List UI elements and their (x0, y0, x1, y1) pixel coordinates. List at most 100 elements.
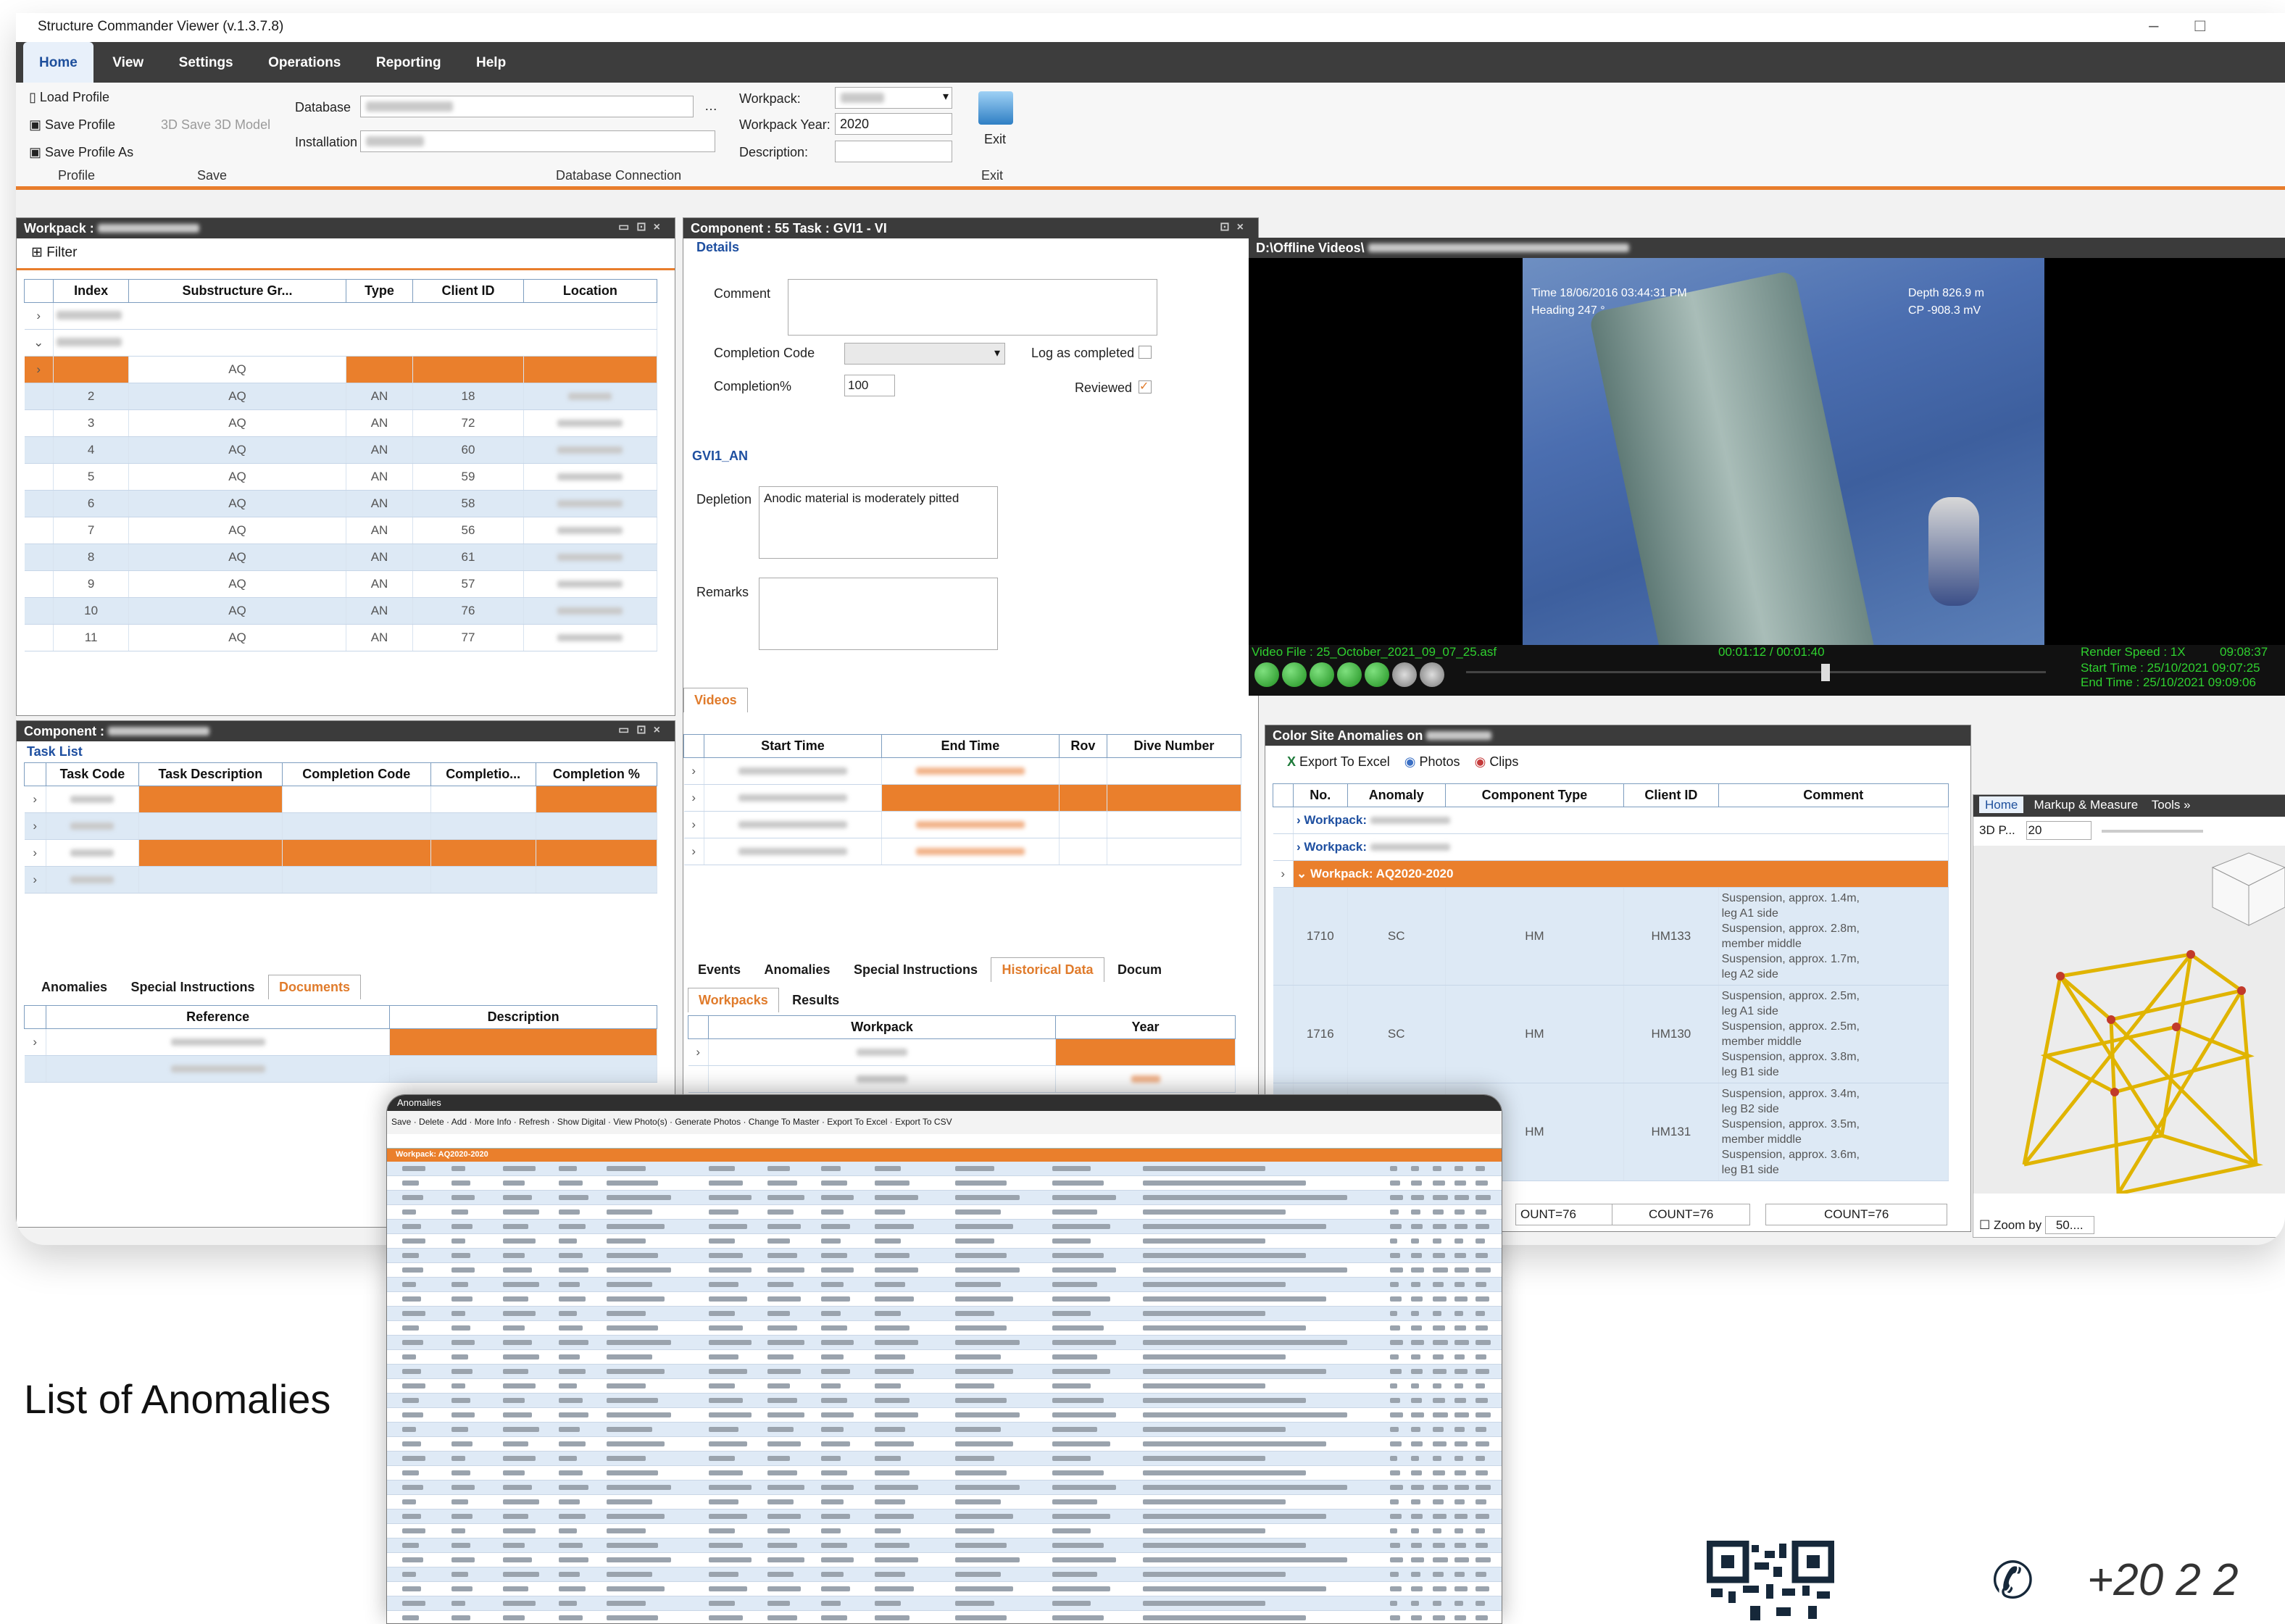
popup-table-row[interactable] (387, 1176, 1502, 1191)
clips-button[interactable]: ◉ Clips (1475, 754, 1519, 769)
play-icon[interactable] (1337, 662, 1362, 687)
popup-table-row[interactable] (387, 1408, 1502, 1423)
popup-group-row[interactable]: Workpack: AQ2020-2020 (387, 1149, 1502, 1162)
panel-controls[interactable]: ⊡× (1220, 220, 1251, 234)
subtab-workpacks[interactable]: Workpacks (688, 988, 779, 1012)
popup-table-row[interactable] (387, 1495, 1502, 1510)
menu-view[interactable]: View (96, 42, 159, 83)
popup-delete-button[interactable]: Delete (419, 1117, 444, 1127)
video-player[interactable]: D:\Offline Videos\ Time 18/06/2016 03:44… (1249, 238, 2285, 696)
tab-special-instructions[interactable]: Special Instructions (120, 975, 265, 999)
popup-refresh-button[interactable]: Refresh (519, 1117, 549, 1127)
step-back-icon[interactable] (1282, 662, 1307, 687)
col-index[interactable]: Index (52, 279, 130, 303)
tab-3d-home[interactable]: Home (1979, 796, 2024, 813)
tab-tools[interactable]: Tools (2152, 798, 2181, 812)
subtab-results[interactable]: Results (782, 988, 849, 1012)
popup-table-row[interactable] (387, 1263, 1502, 1278)
menu-reporting[interactable]: Reporting (360, 42, 457, 83)
table-row[interactable] (688, 1065, 1236, 1093)
col-comment[interactable]: Comment (1718, 783, 1949, 807)
database-field[interactable] (360, 96, 694, 117)
popup-table-row[interactable] (387, 1510, 1502, 1524)
table-row[interactable]: 6 AQ AN 58 (24, 490, 658, 517)
table-row[interactable]: 9 AQ AN 57 (24, 570, 658, 598)
col-rov[interactable]: Rov (1058, 734, 1108, 758)
popup-table-row[interactable] (387, 1466, 1502, 1481)
reviewed-checkbox[interactable]: ✓ (1139, 380, 1152, 393)
depletion-field[interactable]: Anodic material is moderately pitted (759, 486, 998, 559)
tab-events[interactable]: Events (688, 958, 751, 982)
zoom-by-field[interactable]: 50.... (2044, 1216, 2094, 1234)
table-row[interactable]: › (688, 1038, 1236, 1066)
workpack-year-field[interactable]: 2020 (835, 113, 952, 135)
col-year[interactable]: Year (1055, 1015, 1236, 1039)
save-profile-as-button[interactable]: ▣ Save Profile As (29, 145, 133, 160)
col-completion-code[interactable]: Completion Code (281, 762, 431, 786)
col-dive-number[interactable]: Dive Number (1107, 734, 1241, 758)
col-reference[interactable]: Reference (45, 1005, 391, 1029)
col-completio[interactable]: Completio... (430, 762, 536, 786)
col-description[interactable]: Description (389, 1005, 657, 1029)
step-forward-icon[interactable] (1365, 662, 1389, 687)
col-workpack[interactable]: Workpack (707, 1015, 1057, 1039)
completion-code-select[interactable]: ▾ (844, 343, 1005, 365)
panel-controls[interactable]: ▭⊡× (618, 723, 667, 737)
col-type[interactable]: Type (345, 279, 414, 303)
zoom-select[interactable]: 20 (2026, 821, 2092, 840)
menu-settings[interactable]: Settings (163, 42, 249, 83)
tab-markup-measure[interactable]: Markup & Measure (2034, 798, 2139, 812)
popup-change-master-button[interactable]: Change To Master (749, 1117, 820, 1127)
popup-table-row[interactable] (387, 1249, 1502, 1263)
photos-button[interactable]: ◉ Photos (1404, 754, 1460, 769)
col-start-time[interactable]: Start Time (704, 734, 882, 758)
remarks-field[interactable] (759, 578, 998, 650)
menu-help[interactable]: Help (460, 42, 522, 83)
popup-table-row[interactable] (387, 1205, 1502, 1220)
popup-table-row[interactable] (387, 1452, 1502, 1466)
popup-table-row[interactable] (387, 1567, 1502, 1582)
popup-view-photos-button[interactable]: View Photo(s) (613, 1117, 667, 1127)
exit-button[interactable]: Exit (984, 132, 1006, 147)
tab-anomalies[interactable]: Anomalies (754, 958, 840, 982)
popup-table-row[interactable] (387, 1350, 1502, 1365)
col-no[interactable]: No. (1293, 783, 1348, 807)
database-browse-button[interactable]: … (704, 99, 717, 114)
popup-add-button[interactable]: Add (451, 1117, 467, 1127)
export-excel-button[interactable]: X Export To Excel (1287, 754, 1390, 769)
rewind-icon[interactable] (1254, 662, 1279, 687)
table-row[interactable]: › AQ (24, 356, 658, 383)
col-component-type[interactable]: Component Type (1444, 783, 1625, 807)
popup-table-row[interactable] (387, 1611, 1502, 1623)
table-row[interactable] (24, 1055, 657, 1083)
seek-bar[interactable] (1466, 671, 2046, 673)
filter-bar[interactable]: ⊞ Filter (17, 238, 675, 270)
record-icon[interactable] (1420, 662, 1444, 687)
tab-documents[interactable]: Documents (267, 975, 361, 999)
popup-more-info-button[interactable]: More Info (475, 1117, 512, 1127)
save-profile-button[interactable]: ▣ Save Profile (29, 117, 115, 133)
popup-table-row[interactable] (387, 1394, 1502, 1408)
zoom-by-control[interactable]: ☐ Zoom by 50.... (1979, 1216, 2094, 1234)
col-completion-pct[interactable]: Completion % (535, 762, 658, 786)
table-row[interactable]: › (24, 812, 658, 840)
table-row[interactable]: › (24, 302, 657, 330)
popup-show-digital-button[interactable]: Show Digital (557, 1117, 606, 1127)
popup-table-row[interactable] (387, 1336, 1502, 1350)
log-completed-checkbox[interactable] (1139, 346, 1152, 359)
exit-icon[interactable] (978, 91, 1013, 125)
col-substructure[interactable]: Substructure Gr... (128, 279, 346, 303)
table-row[interactable]: › (683, 838, 1241, 865)
popup-table-row[interactable] (387, 1191, 1502, 1205)
table-row[interactable]: › (683, 811, 1241, 838)
popup-generate-photos-button[interactable]: Generate Photos (675, 1117, 741, 1127)
comment-field[interactable] (788, 279, 1157, 336)
stop-icon[interactable] (1310, 662, 1334, 687)
table-row[interactable]: 1710 SC HM HM133 Suspension, approx. 1.4m, le… (1273, 887, 1949, 986)
popup-table-row[interactable] (387, 1365, 1502, 1379)
completion-pct-field[interactable]: 100 (844, 375, 895, 396)
table-row[interactable]: 4 AQ AN 60 (24, 436, 658, 464)
table-row[interactable]: 2 AQ AN 18 (24, 383, 658, 410)
table-row[interactable]: 10 AQ AN 76 (24, 597, 658, 625)
panel-controls[interactable]: ▭⊡× (618, 220, 667, 234)
